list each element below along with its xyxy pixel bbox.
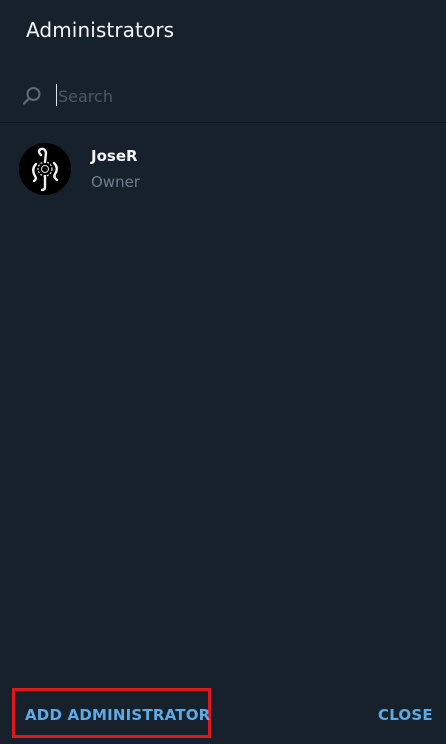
search-bar (0, 70, 446, 123)
member-role: Owner (91, 173, 140, 191)
dialog-title: Administrators (26, 18, 175, 42)
member-list-item[interactable]: JoseR Owner (0, 132, 446, 206)
text-cursor (56, 84, 57, 106)
add-administrator-button[interactable]: ADD ADMINISTRATOR (12, 688, 211, 738)
avatar[interactable] (19, 143, 71, 195)
search-input[interactable] (56, 82, 418, 110)
administrators-dialog: Administrators JoseR Owner ADD (0, 0, 446, 744)
add-administrator-label: ADD ADMINISTRATOR (25, 706, 211, 724)
search-icon (21, 85, 43, 107)
close-button[interactable]: CLOSE (378, 706, 433, 724)
member-name: JoseR (91, 147, 138, 165)
